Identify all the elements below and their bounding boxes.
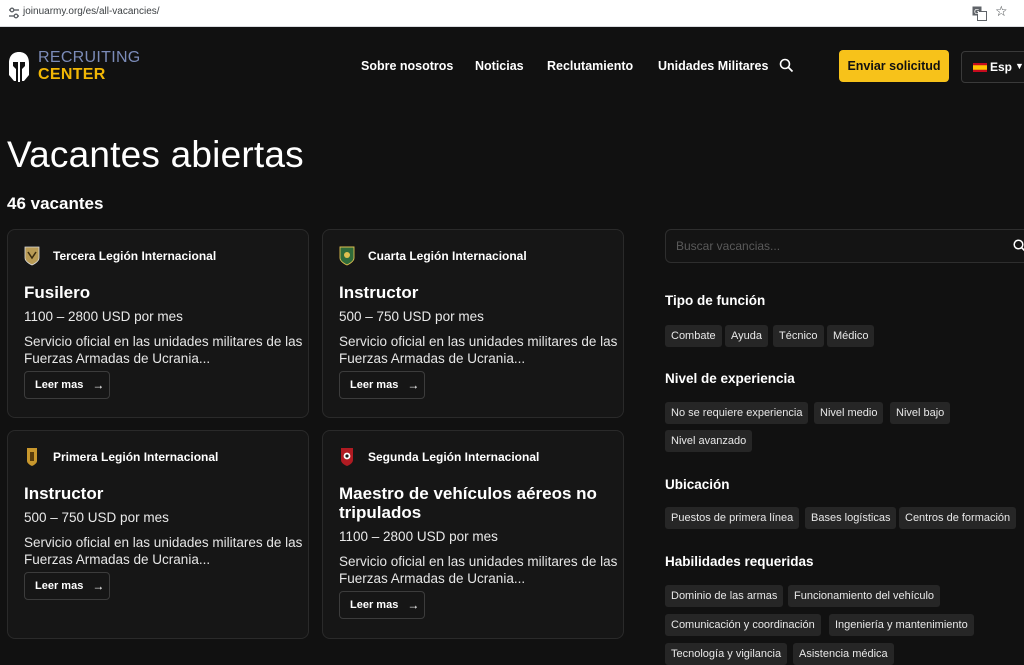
spartan-helmet-logo-icon[interactable] [8,51,30,83]
logo-line-1: RECRUITING [38,49,141,66]
read-more-label: Leer mas [35,580,84,592]
vacancy-role[interactable]: Maestro de vehículos aéreos no tripulado… [339,484,609,522]
vacancy-description: Servicio oficial en las unidades militar… [339,334,618,366]
fourth-legion-emblem-icon [339,246,355,266]
nav-noticias[interactable]: Noticias [475,59,524,73]
logo-line-2: CENTER [38,66,106,83]
read-more-button[interactable]: Leer mas → [339,591,425,619]
filter-chip-low-level[interactable]: Nivel bajo [890,402,951,424]
legion-name: Tercera Legión Internacional [53,249,217,263]
vacancy-search-input[interactable] [674,238,998,254]
arrow-right-icon: → [92,378,105,392]
filter-chip-training-centers[interactable]: Centros de formación [899,507,1017,529]
vacancy-card[interactable]: Primera Legión Internacional Instructor … [7,430,309,639]
bookmark-star-icon[interactable]: ☆ [995,4,1008,20]
filter-chip-combate[interactable]: Combate [665,325,722,347]
arrow-right-icon: → [407,378,420,392]
vacancy-salary: 1100 – 2800 USD por mes [339,529,498,544]
send-application-button[interactable]: Enviar solicitud [839,50,949,82]
filter-chip-medical-assistance[interactable]: Asistencia médica [793,643,894,665]
filter-heading-experience: Nivel de experiencia [665,371,795,386]
search-icon[interactable] [779,58,794,73]
url-text[interactable]: joinuarmy.org/es/all-vacancies/ [23,6,160,17]
filter-chip-logistics-bases[interactable]: Bases logísticas [805,507,897,529]
filter-chip-communication[interactable]: Comunicación y coordinación [665,614,821,636]
nav-unidades-militares[interactable]: Unidades Militares [658,59,768,73]
first-legion-emblem-icon [27,448,37,466]
page-title: Vacantes abiertas [7,134,304,175]
vacancy-description: Servicio oficial en las unidades militar… [24,334,303,366]
vacancy-role[interactable]: Instructor [24,484,294,503]
translate-icon[interactable]: G [972,6,987,21]
vacancy-card[interactable]: Segunda Legión Internacional Maestro de … [322,430,624,639]
read-more-label: Leer mas [35,379,84,391]
site-settings-icon[interactable] [6,5,22,21]
vacancy-salary: 1100 – 2800 USD por mes [24,309,183,324]
filter-heading-function-type: Tipo de función [665,293,766,308]
second-legion-emblem-icon [341,448,353,466]
browser-address-bar[interactable]: joinuarmy.org/es/all-vacancies/ G ☆ [0,0,1024,27]
vacancy-search[interactable] [665,229,1024,263]
legion-name: Segunda Legión Internacional [368,450,540,464]
nav-sobre-nosotros[interactable]: Sobre nosotros [361,59,453,73]
filter-chip-ayuda[interactable]: Ayuda [725,325,768,347]
filter-chip-engineering[interactable]: Ingeniería y mantenimiento [829,614,974,636]
vacancy-description: Servicio oficial en las unidades militar… [339,554,618,586]
chevron-down-icon: ▼ [1015,61,1024,71]
vacancy-count: 46 vacantes [7,194,104,213]
language-selector[interactable]: Esp ▼ [961,51,1024,83]
vacancy-role[interactable]: Fusilero [24,283,294,302]
filter-heading-skills: Habilidades requeridas [665,554,814,569]
filter-chip-advanced-level[interactable]: Nivel avanzado [665,430,753,452]
read-more-label: Leer mas [350,599,399,611]
spain-flag-icon [973,63,987,72]
read-more-label: Leer mas [350,379,399,391]
legion-name: Cuarta Legión Internacional [368,249,527,263]
filter-chip-medico[interactable]: Médico [827,325,875,347]
nav-reclutamiento[interactable]: Reclutamiento [547,59,633,73]
read-more-button[interactable]: Leer mas → [339,371,425,399]
legion-name: Primera Legión Internacional [53,450,219,464]
vacancy-description: Servicio oficial en las unidades militar… [24,535,303,567]
read-more-button[interactable]: Leer mas → [24,371,110,399]
search-icon[interactable] [1013,239,1024,253]
read-more-button[interactable]: Leer mas → [24,572,110,600]
third-legion-emblem-icon [24,246,40,266]
filter-chip-tecnico[interactable]: Técnico [773,325,824,347]
filter-chip-weapons[interactable]: Dominio de las armas [665,585,784,607]
arrow-right-icon: → [407,598,420,612]
vacancy-salary: 500 – 750 USD por mes [339,309,484,324]
filter-chip-vehicle-operation[interactable]: Funcionamiento del vehículo [788,585,941,607]
site-logo[interactable]: RECRUITING CENTER [38,49,141,83]
vacancy-card[interactable]: Tercera Legión Internacional Fusilero 11… [7,229,309,418]
arrow-right-icon: → [92,579,105,593]
filter-chip-no-experience[interactable]: No se requiere experiencia [665,402,809,424]
svg-text:G: G [974,8,979,16]
vacancy-role[interactable]: Instructor [339,283,609,302]
vacancy-card[interactable]: Cuarta Legión Internacional Instructor 5… [322,229,624,418]
language-label: Esp [990,60,1013,74]
filter-chip-mid-level[interactable]: Nivel medio [814,402,884,424]
vacancy-salary: 500 – 750 USD por mes [24,510,169,525]
filter-chip-technology[interactable]: Tecnología y vigilancia [665,643,788,665]
filter-chip-front-line[interactable]: Puestos de primera línea [665,507,800,529]
filter-heading-location: Ubicación [665,477,730,492]
